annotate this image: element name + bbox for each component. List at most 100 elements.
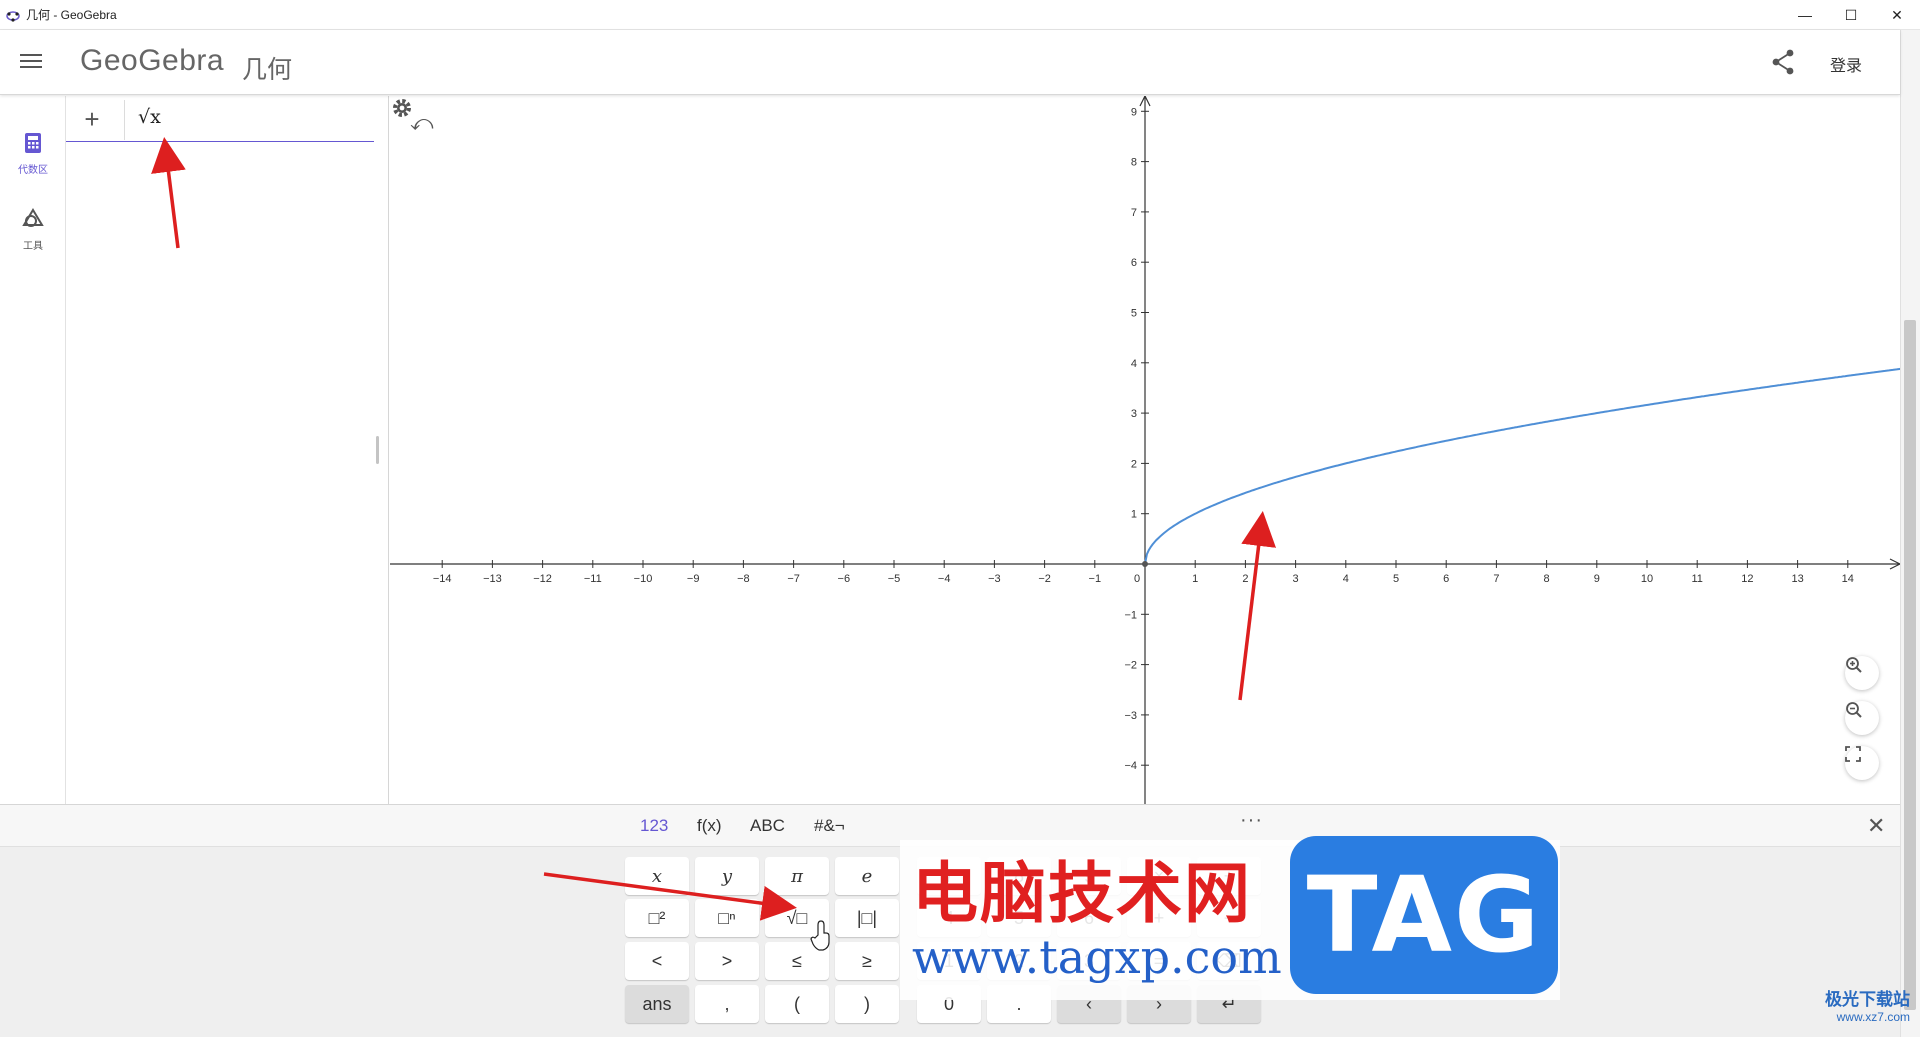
algebra-input-field[interactable]: √x: [138, 106, 161, 128]
graphics-view[interactable]: −14 −13 −12 −11 −10 −9 −8 −7 −6 −5 −4 −3 −2 −1 0 1 2 3 4 5 6…: [390, 96, 1900, 804]
key-y[interactable]: y: [695, 857, 759, 895]
y-tick-label: −3: [1124, 710, 1137, 722]
x-tick-label: 6: [1443, 573, 1449, 585]
x-tick-label: 11: [1691, 573, 1702, 585]
side-rail: 代数区 工具: [0, 96, 66, 804]
y-tick-label: 7: [1131, 207, 1137, 219]
coordinate-plane[interactable]: −14 −13 −12 −11 −10 −9 −8 −7 −6 −5 −4 −3 −2 −1 0 1 2 3 4 5 6…: [390, 96, 1900, 804]
keyboard-more-button[interactable]: ···: [1240, 809, 1263, 832]
key-x[interactable]: x: [625, 857, 689, 895]
panel-resize-handle[interactable]: [376, 436, 379, 464]
fullscreen-icon: [1845, 746, 1861, 762]
x-tick-label: −11: [584, 573, 602, 585]
y-tick-label: 3: [1131, 408, 1137, 420]
y-tick-label: 4: [1131, 358, 1137, 370]
rail-item-algebra[interactable]: 代数区: [8, 132, 58, 176]
zoom-in-icon: [1846, 657, 1862, 673]
y-tick-label: 5: [1131, 308, 1137, 320]
key-e[interactable]: e: [835, 857, 899, 895]
hamburger-menu-icon[interactable]: [18, 50, 44, 74]
x-tick-label: 4: [1343, 573, 1349, 585]
geogebra-app-icon: [6, 10, 20, 22]
y-tick-label: −1: [1124, 609, 1137, 621]
tab-symbols[interactable]: #&¬: [814, 816, 845, 836]
y-tick-label: 2: [1131, 458, 1137, 470]
close-window-button[interactable]: ✕: [1874, 0, 1920, 30]
y-tick-label: 1: [1131, 509, 1137, 521]
zoom-out-icon: [1846, 702, 1862, 718]
key-open-paren[interactable]: (: [765, 985, 829, 1023]
geogebra-logo: GeoGebra: [80, 44, 225, 77]
rail-item-algebra-label: 代数区: [18, 165, 48, 176]
x-tick-label: −14: [433, 573, 452, 585]
calculator-icon: [25, 133, 41, 153]
x-tick-label: 3: [1293, 573, 1299, 585]
key-abs[interactable]: |□|: [835, 899, 899, 937]
x-tick-label: 10: [1641, 573, 1653, 585]
tab-123[interactable]: 123: [640, 816, 668, 836]
app-name: 几何: [242, 56, 293, 84]
key-greater-equal[interactable]: ≥: [835, 942, 899, 980]
algebra-panel: + √x: [66, 96, 389, 804]
x-tick-label: 7: [1493, 573, 1499, 585]
y-tick-label: −2: [1124, 660, 1137, 672]
y-tick-label: 8: [1131, 157, 1137, 169]
x-tick-label: 5: [1393, 573, 1399, 585]
gear-icon[interactable]: [390, 96, 414, 120]
watermark-tag-logo: TAG: [1290, 836, 1558, 994]
y-tick-label: −4: [1124, 760, 1137, 772]
key-close-paren[interactable]: ): [835, 985, 899, 1023]
scrollbar-thumb[interactable]: [1904, 320, 1916, 1010]
x-tick-label: −3: [988, 573, 1001, 585]
rail-item-tools-label: 工具: [23, 241, 43, 252]
x-tick-label: 0: [1134, 573, 1140, 585]
zoom-out-button[interactable]: [1845, 701, 1879, 735]
minimize-button[interactable]: —: [1782, 0, 1828, 30]
watermark-site-name: 电脑技术网: [912, 855, 1252, 932]
key-power[interactable]: □ⁿ: [695, 899, 759, 937]
window-title: 几何 - GeoGebra: [26, 8, 117, 22]
key-less[interactable]: <: [625, 942, 689, 980]
x-tick-label: −9: [687, 573, 700, 585]
app-header: GeoGebra 几何 登录: [0, 30, 1900, 95]
key-ans[interactable]: ans: [625, 985, 689, 1023]
x-tick-label: 9: [1594, 573, 1600, 585]
x-tick-label: −13: [483, 573, 502, 585]
keyboard-close-button[interactable]: ✕: [1867, 813, 1885, 839]
key-sqrt[interactable]: √□: [765, 899, 829, 937]
key-less-equal[interactable]: ≤: [765, 942, 829, 980]
login-button[interactable]: 登录: [1830, 52, 1862, 76]
x-tick-label: −12: [533, 573, 552, 585]
shapes-tool-icon: [22, 208, 44, 227]
add-item-button[interactable]: +: [80, 104, 104, 135]
x-tick-label: −8: [737, 573, 750, 585]
x-tick-label: 8: [1544, 573, 1550, 585]
x-tick-label: −6: [838, 573, 851, 585]
corner-watermark-url: www.xz7.com: [1836, 1010, 1910, 1024]
maximize-button[interactable]: ☐: [1828, 0, 1874, 30]
share-icon[interactable]: [1770, 48, 1796, 76]
tab-functions[interactable]: f(x): [697, 816, 722, 836]
x-tick-label: 14: [1842, 573, 1854, 585]
zoom-in-button[interactable]: [1845, 656, 1879, 690]
x-tick-label: −10: [634, 573, 653, 585]
y-tick-label: 9: [1131, 106, 1137, 118]
corner-watermark-name: 极光下载站: [1825, 990, 1910, 1009]
x-tick-label: 13: [1791, 573, 1803, 585]
x-tick-label: 12: [1741, 573, 1753, 585]
corner-watermark: 极光下载站 www.xz7.com: [1760, 985, 1910, 1033]
function-curve: [1144, 367, 1900, 565]
x-tick-label: −5: [888, 573, 901, 585]
x-tick-label: 2: [1242, 573, 1248, 585]
x-tick-label: −4: [938, 573, 951, 585]
rail-item-tools[interactable]: 工具: [8, 208, 58, 252]
algebra-input-row[interactable]: + √x: [66, 96, 374, 142]
origin-point: [1142, 561, 1148, 567]
key-comma[interactable]: ,: [695, 985, 759, 1023]
key-greater[interactable]: >: [695, 942, 759, 980]
tab-abc[interactable]: ABC: [750, 816, 785, 836]
key-pi[interactable]: π: [765, 857, 829, 895]
window-titlebar: 几何 - GeoGebra — ☐ ✕: [0, 0, 1920, 30]
key-squared[interactable]: □²: [625, 899, 689, 937]
fullscreen-button[interactable]: [1845, 746, 1879, 780]
